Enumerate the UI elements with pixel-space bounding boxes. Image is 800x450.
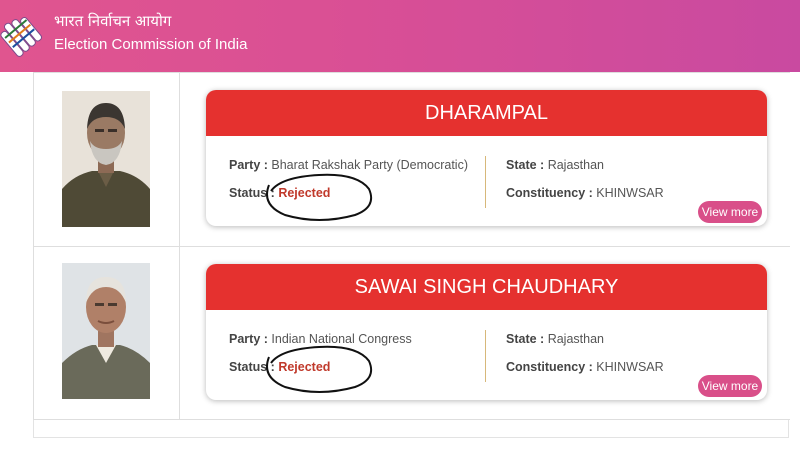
- state-field: State : Rajasthan: [506, 158, 604, 172]
- org-name-english: Election Commission of India: [54, 36, 248, 53]
- candidate-photo: [62, 91, 150, 227]
- candidate-name: DHARAMPAL: [206, 90, 767, 136]
- constituency-value: KHINWSAR: [596, 186, 664, 200]
- party-label: Party :: [229, 158, 268, 172]
- view-more-button[interactable]: View more: [698, 201, 762, 223]
- candidate-name: SAWAI SINGH CHAUDHARY: [206, 264, 767, 310]
- status-field: Status : Rejected: [229, 360, 330, 374]
- ballot-finger-logo-icon[interactable]: [0, 6, 46, 64]
- state-value: Rajasthan: [547, 158, 604, 172]
- constituency-value: KHINWSAR: [596, 360, 664, 374]
- candidate-photo: [62, 263, 150, 399]
- state-label: State :: [506, 332, 545, 346]
- state-value: Rajasthan: [547, 332, 604, 346]
- candidate-card: SAWAI SINGH CHAUDHARY Party : Indian Nat…: [206, 264, 767, 400]
- party-field: Party : Indian National Congress: [229, 332, 412, 346]
- candidate-row: DHARAMPAL Party : Bharat Rakshak Party (…: [33, 72, 790, 247]
- site-header: भारत निर्वाचन आयोग Election Commission o…: [0, 0, 800, 72]
- status-value: Rejected: [278, 360, 331, 374]
- party-value: Indian National Congress: [271, 332, 412, 346]
- candidate-card: DHARAMPAL Party : Bharat Rakshak Party (…: [206, 90, 767, 226]
- status-label: Status :: [229, 186, 275, 200]
- status-value: Rejected: [278, 186, 331, 200]
- candidate-row: SAWAI SINGH CHAUDHARY Party : Indian Nat…: [33, 246, 790, 420]
- photo-cell: [34, 247, 180, 419]
- party-label: Party :: [229, 332, 268, 346]
- constituency-label: Constituency :: [506, 186, 593, 200]
- org-name-hindi: भारत निर्वाचन आयोग: [54, 12, 172, 30]
- field-divider: [485, 330, 486, 382]
- party-field: Party : Bharat Rakshak Party (Democratic…: [229, 158, 468, 172]
- state-field: State : Rajasthan: [506, 332, 604, 346]
- status-field: Status : Rejected: [229, 186, 330, 200]
- field-divider: [485, 156, 486, 208]
- constituency-field: Constituency : KHINWSAR: [506, 186, 664, 200]
- state-label: State :: [506, 158, 545, 172]
- constituency-field: Constituency : KHINWSAR: [506, 360, 664, 374]
- status-label: Status :: [229, 360, 275, 374]
- view-more-button[interactable]: View more: [698, 375, 762, 397]
- photo-cell: [34, 73, 180, 246]
- constituency-label: Constituency :: [506, 360, 593, 374]
- party-value: Bharat Rakshak Party (Democratic): [271, 158, 468, 172]
